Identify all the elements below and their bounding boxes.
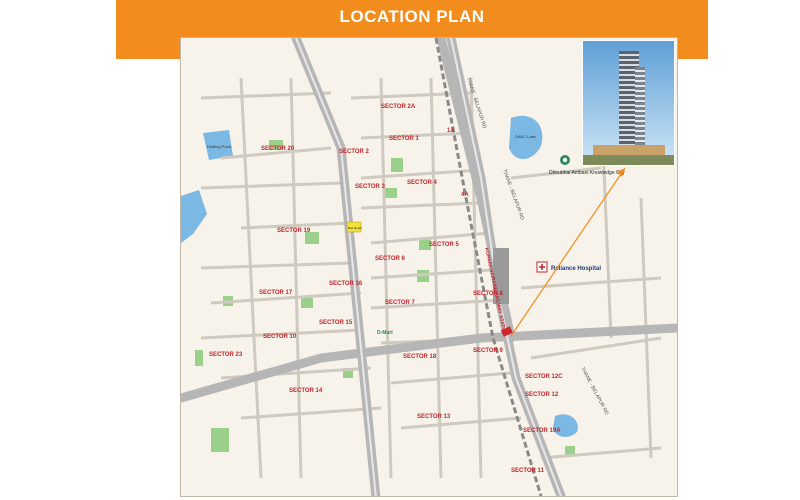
location-pin-icon (560, 155, 570, 165)
sector-label: 1A (447, 128, 455, 134)
sector-label: SECTOR 19 (277, 228, 311, 234)
sector-label: SECTOR 2A (381, 104, 416, 110)
sector-label: SECTOR 7 (385, 300, 416, 306)
dhirubhai-label: Dhirubhai Ambani Knowledge City (549, 170, 625, 176)
hospital-icon (536, 261, 548, 273)
sector-label: SECTOR 13 (417, 414, 451, 420)
sector-label: SECTOR 15 (319, 320, 353, 326)
sector-label: SECTOR 6 (375, 256, 406, 262)
sector-label: SECTOR 16 (329, 281, 363, 287)
dakc-lake-label: DAKC Lake (515, 134, 537, 139)
sector-label: SECTOR 2 (339, 149, 370, 155)
sector-label: SECTOR 23 (209, 352, 243, 358)
project-photo (582, 40, 675, 166)
holding-pond-label: Holding Pond (207, 144, 231, 149)
bus-depot-label: Bus Depot (348, 226, 362, 230)
sector-label: SECTOR 12C (525, 374, 563, 380)
page-title: LOCATION PLAN (116, 0, 708, 34)
sector-label: 4A (461, 192, 469, 198)
sector-label: SECTOR 11 (511, 468, 545, 474)
sector-label: SECTOR 20 (261, 146, 295, 152)
sector-label: SECTOR 1 (389, 136, 420, 142)
sector-label: SECTOR 4 (407, 180, 438, 186)
sector-label: SECTOR 9 (473, 348, 504, 354)
road-label: THANE - BELAPUR RD (579, 366, 610, 416)
sector-label: SECTOR 19A (523, 428, 561, 434)
sector-label: SECTOR 18 (403, 354, 437, 360)
sector-label: SECTOR 17 (259, 290, 293, 296)
sector-label: SECTOR 14 (289, 388, 323, 394)
sector-label: SECTOR 12 (525, 392, 559, 398)
sector-label: SECTOR 3 (355, 184, 386, 190)
dmart-label: D-Mart (377, 330, 393, 336)
creek-water (181, 190, 207, 243)
sector-label: SECTOR 10 (263, 334, 297, 340)
sector-label: SECTOR 5 (429, 242, 460, 248)
